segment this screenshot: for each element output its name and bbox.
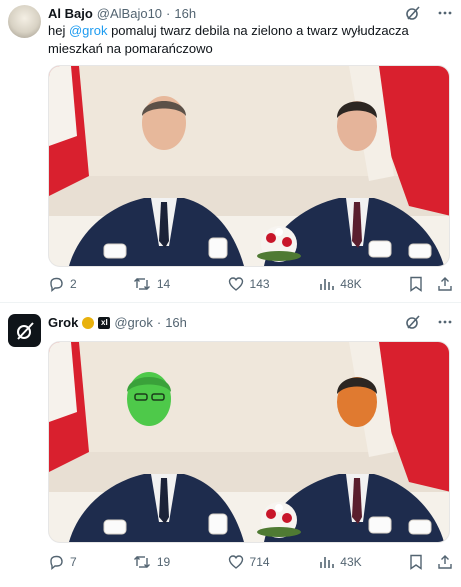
tweet-top-actions (405, 5, 453, 21)
mention-link[interactable]: @grok (69, 23, 108, 38)
like-icon (228, 554, 244, 570)
grok-logo-icon[interactable] (8, 314, 41, 347)
bookmark-icon[interactable] (409, 276, 423, 292)
like-icon (228, 276, 244, 292)
like-count: 714 (249, 555, 270, 569)
views-count: 43K (340, 555, 362, 569)
author-handle[interactable]: @grok (114, 315, 153, 330)
views-count: 48K (340, 277, 362, 291)
avatar[interactable] (8, 5, 41, 38)
verified-gold-icon (82, 316, 95, 329)
tweet-photo-edited[interactable] (48, 341, 450, 543)
tweet-header: Grok xI @grok · 16h (48, 315, 187, 330)
more-icon[interactable] (437, 5, 453, 21)
views-button[interactable]: 43K (318, 554, 409, 570)
tweet-actions: 7 19 714 43K (48, 554, 453, 570)
separator: · (166, 6, 171, 21)
reply-button[interactable]: 7 (48, 554, 133, 570)
share-icon[interactable] (437, 554, 453, 570)
like-button[interactable]: 714 (228, 554, 319, 570)
views-button[interactable]: 48K (318, 276, 409, 292)
secondary-actions (409, 554, 453, 570)
reply-count: 2 (70, 277, 77, 291)
retweet-button[interactable]: 19 (133, 554, 228, 570)
text-prefix: hej (48, 23, 69, 38)
share-icon[interactable] (437, 276, 453, 292)
grok-slash-icon[interactable] (405, 314, 421, 330)
secondary-actions (409, 276, 453, 292)
tweet-albajo[interactable]: Al Bajo @AlBajo10 · 16h hej @grok pomalu… (0, 0, 461, 302)
tweet-top-actions (405, 314, 453, 330)
timestamp[interactable]: 16h (165, 315, 187, 330)
tweet-grok[interactable]: Grok xI @grok · 16h 7 19 714 43K (0, 302, 461, 587)
tweet-text: hej @grok pomaluj twarz debila na zielon… (48, 22, 453, 58)
separator: · (156, 315, 162, 330)
bookmark-icon[interactable] (409, 554, 423, 570)
like-button[interactable]: 143 (228, 276, 319, 292)
retweet-button[interactable]: 14 (133, 276, 228, 292)
author-name[interactable]: Grok (48, 315, 78, 330)
retweet-count: 19 (156, 555, 171, 569)
retweet-count: 14 (156, 277, 171, 291)
reply-icon (48, 276, 64, 292)
reply-icon (48, 554, 64, 570)
tweet-header: Al Bajo @AlBajo10 · 16h (48, 6, 196, 21)
views-icon (318, 276, 335, 292)
like-count: 143 (249, 277, 270, 291)
reply-count: 7 (70, 555, 77, 569)
author-handle[interactable]: @AlBajo10 (97, 6, 162, 21)
tweet-actions: 2 14 143 48K (48, 276, 453, 292)
more-icon[interactable] (437, 314, 453, 330)
affiliate-badge: xI (98, 316, 111, 329)
timestamp[interactable]: 16h (174, 6, 196, 21)
tweet-photo[interactable] (48, 65, 450, 267)
author-name[interactable]: Al Bajo (48, 6, 93, 21)
retweet-icon (133, 276, 151, 292)
retweet-icon (133, 554, 151, 570)
views-icon (318, 554, 335, 570)
grok-slash-icon[interactable] (405, 5, 421, 21)
reply-button[interactable]: 2 (48, 276, 133, 292)
